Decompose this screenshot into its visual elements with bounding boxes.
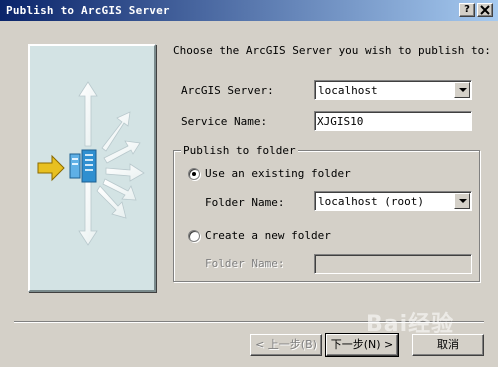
new-folder-name-label: Folder Name:	[205, 257, 285, 270]
server-publish-illustration-icon	[37, 81, 145, 246]
server-value: localhost	[318, 84, 378, 97]
create-new-folder-radio[interactable]	[188, 230, 200, 242]
existing-folder-name-label: Folder Name:	[205, 196, 285, 209]
new-folder-name-field	[314, 254, 472, 274]
back-button[interactable]: < 上一步(B)	[250, 334, 322, 356]
existing-folder-dropdown[interactable]: localhost (root)	[314, 191, 472, 211]
use-existing-folder-label[interactable]: Use an existing folder	[205, 167, 351, 180]
publish-folder-group-title: Publish to folder	[181, 144, 298, 157]
server-label: ArcGIS Server:	[181, 84, 274, 97]
service-name-field[interactable]	[314, 111, 472, 131]
existing-folder-value: localhost (root)	[318, 195, 424, 208]
chevron-down-icon[interactable]	[454, 193, 470, 209]
title-bar: Publish to ArcGIS Server ?	[0, 0, 498, 22]
publish-illustration	[28, 44, 156, 292]
close-icon	[480, 5, 490, 15]
new-folder-name-input	[315, 255, 471, 273]
create-new-folder-label[interactable]: Create a new folder	[205, 229, 331, 242]
watermark-logo: Bai经验	[366, 312, 455, 337]
use-existing-folder-radio[interactable]	[188, 168, 200, 180]
service-name-label: Service Name:	[181, 115, 268, 128]
close-button[interactable]	[477, 3, 493, 17]
window-title: Publish to ArcGIS Server	[6, 4, 170, 17]
instruction-text: Choose the ArcGIS Server you wish to pub…	[173, 44, 491, 57]
server-dropdown[interactable]: localhost	[314, 80, 472, 100]
chevron-down-icon[interactable]	[454, 82, 470, 98]
service-name-input[interactable]	[315, 112, 471, 130]
help-button[interactable]: ?	[459, 3, 475, 17]
